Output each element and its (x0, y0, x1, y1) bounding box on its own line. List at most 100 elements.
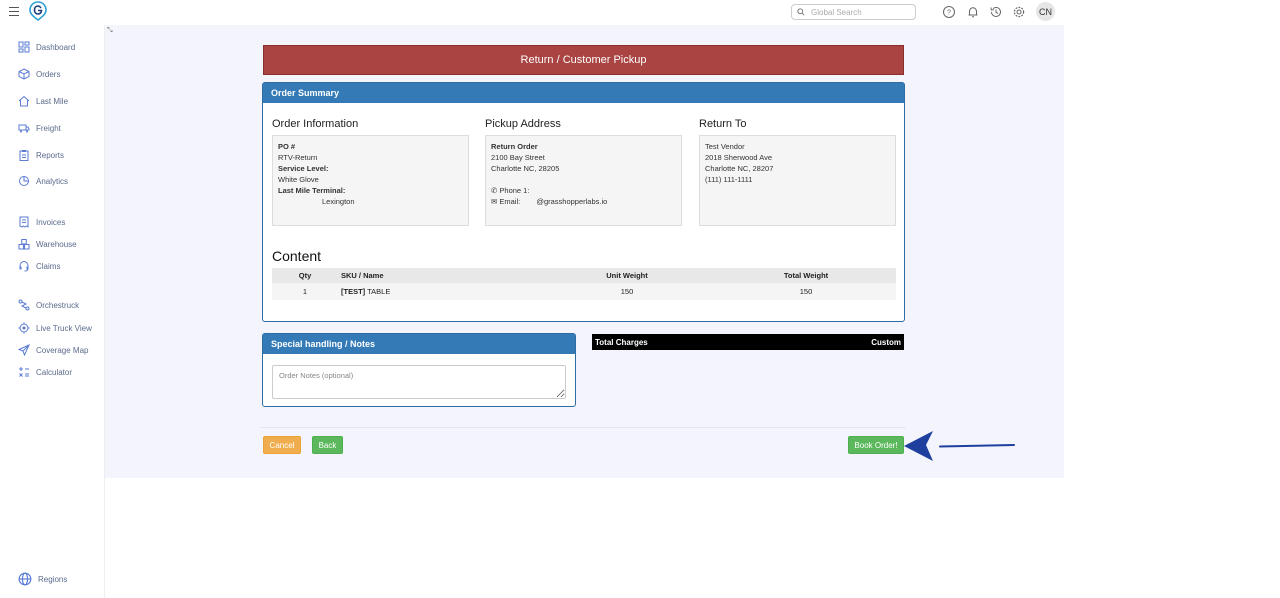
page-title-banner: Return / Customer Pickup (263, 45, 904, 75)
special-handling-heading: Special handling / Notes (263, 334, 575, 354)
return-to-box: Test Vendor 2018 Sherwood Ave Charlotte … (699, 135, 896, 226)
route-icon (18, 299, 30, 311)
sidebar-item-reports[interactable]: Reports (18, 149, 64, 161)
book-order-button[interactable]: Book Order! (848, 436, 904, 454)
pickup-address-title: Pickup Address (485, 118, 561, 130)
sidebar-item-label: Calculator (36, 367, 73, 377)
column-header-unit-weight: Unit Weight (538, 268, 716, 283)
sidebar-item-regions[interactable]: Regions (18, 572, 67, 586)
sidebar-item-label: Invoices (36, 217, 66, 227)
warehouse-icon (18, 239, 30, 250)
menu-icon[interactable] (9, 7, 19, 16)
top-bar: ? CN (0, 0, 1064, 25)
expand-icon[interactable]: ⤡ (107, 27, 113, 35)
sidebar-item-last-mile[interactable]: Last Mile (18, 95, 68, 107)
pickup-email-label: Email: (499, 197, 521, 206)
sidebar-item-label: Live Truck View (36, 323, 92, 333)
content-title: Content (272, 248, 322, 264)
box-icon (18, 68, 30, 80)
pickup-address-box: Return Order 2100 Bay Street Charlotte N… (485, 135, 682, 226)
sidebar-item-orders[interactable]: Orders (18, 68, 60, 80)
table-row: 1 [TEST] TABLE 150 150 (272, 283, 896, 300)
send-icon (18, 344, 30, 356)
sidebar-item-label: Claims (36, 261, 61, 271)
sidebar-item-invoices[interactable]: Invoices (18, 216, 65, 228)
sidebar-item-live-truck-view[interactable]: Live Truck View (18, 322, 92, 334)
sidebar: Dashboard Orders Last Mile Freight Repor… (0, 25, 105, 598)
annotation-arrow-icon (904, 431, 1015, 461)
service-level-value: White Glove (278, 175, 319, 184)
pickup-email-value: @grasshopperlabs.io (536, 197, 608, 206)
truck-icon (18, 124, 30, 133)
order-notes-field[interactable] (272, 365, 566, 399)
sidebar-item-label: Warehouse (36, 239, 77, 249)
divider (260, 427, 906, 428)
content-table: Qty SKU / Name Unit Weight Total Weight … (272, 268, 896, 300)
service-level-label: Service Level: (278, 164, 329, 173)
sidebar-item-coverage-map[interactable]: Coverage Map (18, 344, 88, 356)
pickup-line1: 2100 Bay Street (491, 153, 545, 162)
cell-unit-weight: 150 (538, 283, 716, 300)
clipboard-icon (19, 150, 29, 161)
terminal-label: Last Mile Terminal: (278, 186, 346, 195)
logo-icon[interactable] (29, 1, 47, 21)
search-icon (797, 8, 805, 16)
sidebar-item-dashboard[interactable]: Dashboard (18, 41, 75, 53)
total-charges-bar: Total Charges Custom (592, 334, 904, 350)
invoice-icon (19, 216, 29, 228)
sidebar-item-calculator[interactable]: Calculator (18, 366, 72, 378)
pickup-phone-row: ✆ Phone 1: (491, 185, 676, 196)
return-line1: 2018 Sherwood Ave (705, 153, 772, 162)
terminal-value: Lexington (322, 197, 355, 206)
bell-icon[interactable] (966, 5, 980, 19)
analytics-icon (19, 176, 29, 186)
sidebar-item-label: Dashboard (36, 42, 76, 52)
pickup-line2: Charlotte NC, 28205 (491, 164, 560, 173)
history-icon[interactable] (989, 5, 1003, 19)
globe-icon (18, 572, 32, 586)
sidebar-item-label: Last Mile (36, 96, 69, 106)
sidebar-item-label: Analytics (36, 176, 69, 186)
gear-icon[interactable] (1012, 5, 1026, 19)
phone-icon: ✆ (491, 186, 498, 195)
po-label: PO # (278, 142, 296, 151)
cell-sku: [TEST] (341, 287, 366, 296)
sidebar-item-warehouse[interactable]: Warehouse (18, 238, 77, 250)
return-to-title: Return To (699, 118, 747, 130)
cancel-button[interactable]: Cancel (263, 436, 301, 454)
sidebar-item-orchestruck[interactable]: Orchestruck (18, 299, 79, 311)
search-input[interactable] (791, 4, 916, 20)
sidebar-item-analytics[interactable]: Analytics (18, 175, 68, 187)
cell-name: TABLE (367, 287, 391, 296)
help-icon[interactable]: ? (942, 5, 956, 19)
return-phone: (111) 111-1111 (705, 175, 753, 184)
sidebar-item-label: Reports (36, 150, 65, 160)
back-button[interactable]: Back (312, 436, 343, 454)
special-handling-panel: Special handling / Notes (262, 333, 576, 407)
sidebar-item-label: Freight (36, 123, 61, 133)
order-summary-heading: Order Summary (263, 83, 904, 103)
cell-sku-name: [TEST] TABLE (338, 283, 538, 300)
column-header-sku: SKU / Name (338, 268, 538, 283)
envelope-icon: ✉ (491, 197, 498, 206)
svg-text:?: ? (947, 10, 951, 17)
calculator-icon (19, 367, 29, 377)
po-value: RTV-Return (278, 153, 318, 162)
global-search-field[interactable] (811, 7, 911, 17)
headset-icon (19, 260, 29, 272)
table-header-row: Qty SKU / Name Unit Weight Total Weight (272, 268, 896, 283)
sidebar-item-label: Regions (38, 574, 68, 584)
sidebar-item-label: Orchestruck (36, 300, 80, 310)
page-title: Return / Customer Pickup (520, 54, 647, 66)
sidebar-item-freight[interactable]: Freight (18, 122, 61, 134)
sidebar-item-claims[interactable]: Claims (18, 260, 60, 272)
order-summary-panel: Order Summary Order Information PO # RTV… (262, 82, 905, 322)
avatar[interactable]: CN (1036, 2, 1055, 21)
sidebar-item-label: Orders (36, 69, 61, 79)
pickup-email-row: ✉ Email: @grasshopperlabs.io (491, 196, 676, 207)
order-information-title: Order Information (272, 118, 359, 130)
total-charges-label: Total Charges (595, 337, 648, 347)
pickup-phone-label: Phone 1: (499, 186, 530, 195)
cell-qty: 1 (272, 283, 338, 300)
order-information-box: PO # RTV-Return Service Level: White Glo… (272, 135, 469, 226)
